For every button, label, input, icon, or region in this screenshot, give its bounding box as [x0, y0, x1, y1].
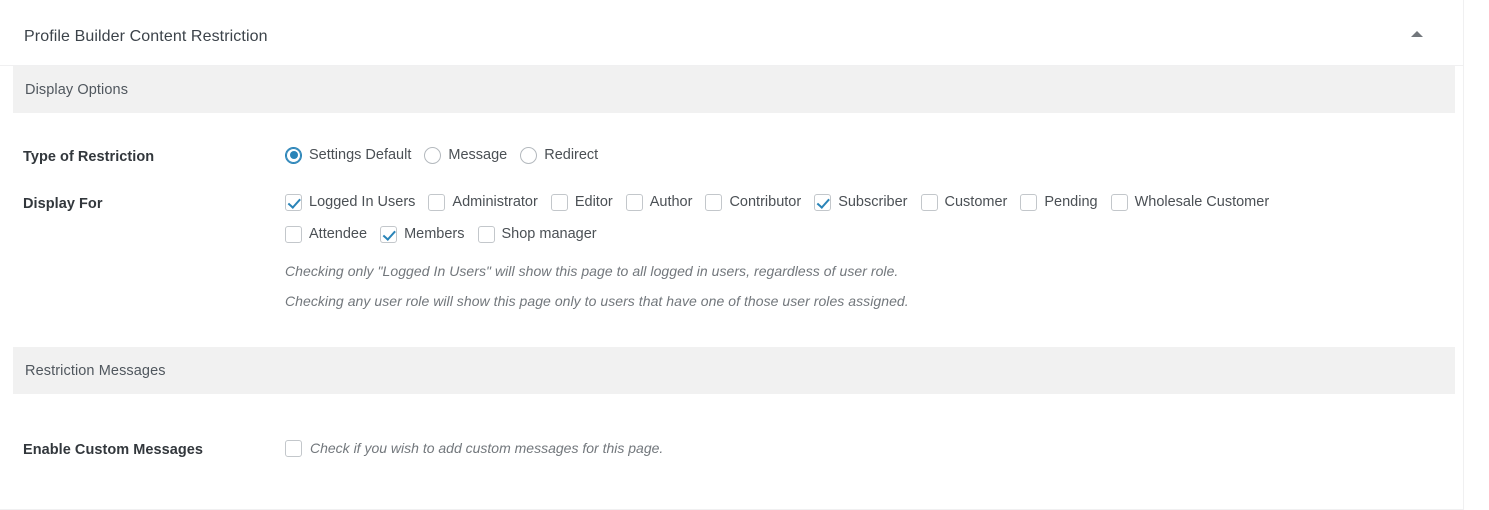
checkbox-option-logged-in-users[interactable]: Logged In Users: [285, 193, 415, 211]
checkbox-option-pending[interactable]: Pending: [1020, 193, 1098, 211]
section-header-display-options: Display Options: [13, 66, 1455, 113]
checkbox-indicator[interactable]: [380, 225, 398, 243]
checkbox-option-label: Contributor: [729, 194, 802, 210]
checkbox-option-label: Author: [649, 194, 693, 210]
radio-option-label: Settings Default: [309, 147, 412, 163]
enable-custom-messages-control: Check if you wish to add custom messages…: [285, 439, 1463, 457]
field-row-enable-custom-messages: Enable Custom Messages Check if you wish…: [0, 439, 1463, 460]
checkbox-option-customer[interactable]: Customer: [920, 193, 1008, 211]
checkbox-option-label: Customer: [944, 194, 1008, 210]
checkbox-indicator[interactable]: [705, 193, 723, 211]
checkbox-option-editor[interactable]: Editor: [550, 193, 613, 211]
checkbox-option-members[interactable]: Members: [380, 225, 465, 243]
checkbox-indicator[interactable]: [1110, 193, 1128, 211]
checkbox-option-label: Shop manager: [501, 226, 597, 242]
checkbox-option-label: Wholesale Customer: [1134, 194, 1270, 210]
checkbox-indicator[interactable]: [285, 225, 302, 243]
radio-option-label: Message: [448, 147, 508, 163]
radio-group-type-of-restriction: Settings Default Message Redirect: [285, 146, 1463, 164]
checkbox-option-subscriber[interactable]: Subscriber: [814, 193, 908, 211]
checkbox-option-wholesale-customer[interactable]: Wholesale Customer: [1110, 193, 1270, 211]
help-text-logged-in-users: Checking only "Logged In Users" will sho…: [285, 263, 899, 279]
checkbox-option-label: Members: [404, 226, 465, 242]
checkbox-option-label: Administrator: [452, 194, 538, 210]
checkbox-option-administrator[interactable]: Administrator: [428, 193, 538, 211]
checkbox-indicator[interactable]: [920, 193, 938, 211]
checkbox-enable-custom-messages[interactable]: Check if you wish to add custom messages…: [285, 439, 1463, 457]
radio-option-redirect[interactable]: Redirect: [520, 146, 598, 164]
checkbox-indicator[interactable]: [814, 193, 832, 211]
radio-indicator[interactable]: [424, 146, 442, 164]
checkbox-option-label: Editor: [574, 194, 613, 210]
radio-option-label: Redirect: [544, 147, 599, 163]
caret-up-icon[interactable]: [1405, 22, 1429, 46]
checkbox-indicator[interactable]: [1020, 193, 1038, 211]
metabox-header: Profile Builder Content Restriction: [0, 0, 1463, 66]
checkbox-inline-help: Check if you wish to add custom messages…: [310, 440, 664, 456]
display-for-options: Logged In Users Administrator Editor Author…: [285, 193, 1463, 243]
bottom-spacer: [0, 460, 1463, 500]
page-title: Profile Builder Content Restriction: [24, 28, 268, 45]
checkbox-indicator[interactable]: [625, 193, 643, 211]
checkbox-indicator[interactable]: [477, 225, 495, 243]
help-text-user-roles: Checking any user role will show this pa…: [285, 293, 909, 309]
radio-option-message[interactable]: Message: [424, 146, 507, 164]
checkbox-indicator[interactable]: [550, 193, 568, 211]
field-label-display-for: Display For: [23, 196, 103, 212]
radio-option-settings-default[interactable]: Settings Default: [285, 146, 411, 164]
caret-up-glyph: [1411, 31, 1423, 37]
content-restriction-metabox: Profile Builder Content Restriction Disp…: [0, 0, 1464, 510]
checkbox-option-contributor[interactable]: Contributor: [705, 193, 801, 211]
checkbox-group-display-for: Logged In Users Administrator Editor Author…: [285, 193, 1463, 310]
section-header-restriction-messages: Restriction Messages: [13, 347, 1455, 394]
checkbox-option-author[interactable]: Author: [625, 193, 693, 211]
field-label-enable-custom-messages: Enable Custom Messages: [23, 442, 203, 458]
checkbox-option-attendee[interactable]: Attendee: [285, 225, 367, 243]
checkbox-option-label: Attendee: [309, 226, 368, 242]
field-label-type-of-restriction: Type of Restriction: [23, 149, 155, 165]
field-row-type-of-restriction: Type of Restriction Settings Default Mes…: [0, 146, 1463, 167]
checkbox-option-label: Logged In Users: [309, 194, 416, 210]
checkbox-option-shop-manager[interactable]: Shop manager: [477, 225, 597, 243]
checkbox-indicator[interactable]: [285, 193, 302, 211]
field-row-display-for: Display For Logged In Users Administrator…: [0, 193, 1463, 310]
checkbox-indicator[interactable]: [285, 439, 302, 457]
radio-indicator[interactable]: [520, 146, 538, 164]
section-title: Display Options: [25, 81, 129, 98]
checkbox-option-label: Pending: [1044, 194, 1098, 210]
radio-indicator[interactable]: [285, 146, 302, 164]
checkbox-option-label: Subscriber: [838, 194, 908, 210]
checkbox-indicator[interactable]: [428, 193, 446, 211]
section-title: Restriction Messages: [25, 362, 166, 379]
